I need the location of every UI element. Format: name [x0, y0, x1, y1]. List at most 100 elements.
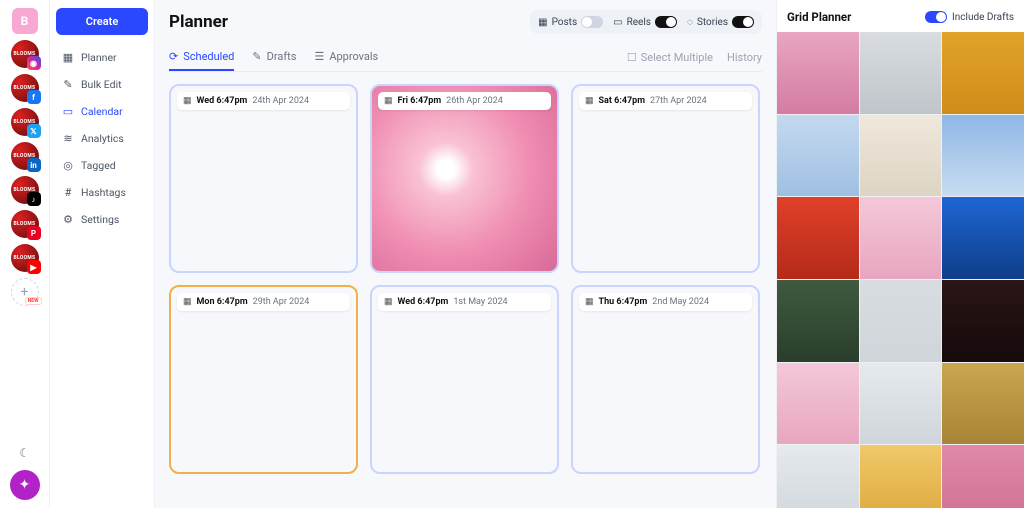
page-title: Planner — [169, 12, 228, 32]
tab-drafts-icon: ✎ — [252, 50, 261, 63]
filter-stories-toggle[interactable] — [732, 16, 754, 28]
select-multiple-label: Select Multiple — [641, 51, 713, 64]
preview-cell-6[interactable] — [777, 197, 859, 279]
nav-label: Hashtags — [81, 186, 126, 199]
filter-reels[interactable]: ▭ Reels — [611, 13, 679, 31]
filter-reels-toggle[interactable] — [655, 16, 677, 28]
post-card-3[interactable]: ▦Mon 6:47pm29th Apr 2024 — [169, 285, 358, 474]
network-icon: f — [27, 90, 41, 104]
nav-label: Planner — [81, 51, 117, 64]
nav-label: Analytics — [81, 132, 124, 145]
include-drafts-toggle[interactable]: Include Drafts — [925, 11, 1014, 23]
nav-analytics[interactable]: ≋ Analytics — [56, 126, 148, 151]
account-avatar-0[interactable]: BLOOMS◉ — [11, 40, 39, 68]
filter-label: Reels — [627, 17, 651, 28]
account-rail: B BLOOMS◉ BLOOMSf BLOOMS𝕏 BLOOMSin BLOOMS♪ BL… — [0, 0, 50, 508]
grid-icon: ▦ — [585, 96, 594, 106]
nav-bulk-edit-icon: ✎ — [62, 78, 74, 91]
preview-cell-5[interactable] — [942, 115, 1024, 197]
account-avatar-3[interactable]: BLOOMSin — [11, 142, 39, 170]
grid-icon: ▦ — [384, 297, 393, 307]
preview-cell-4[interactable] — [860, 115, 942, 197]
filter-posts-toggle[interactable] — [581, 16, 603, 28]
nav-planner[interactable]: ▦ Planner — [56, 45, 148, 70]
preview-cell-0[interactable] — [777, 32, 859, 114]
preview-cell-11[interactable] — [942, 280, 1024, 362]
account-avatar-5[interactable]: BLOOMSP — [11, 210, 39, 238]
preview-cell-9[interactable] — [777, 280, 859, 362]
post-card-0[interactable]: ▦Wed 6:47pm24th Apr 2024 — [169, 84, 358, 273]
post-card-4[interactable]: ▦Wed 6:47pm1st May 2024 — [370, 285, 559, 474]
nav-settings-icon: ⚙ — [62, 213, 74, 226]
nav-label: Tagged — [81, 159, 116, 172]
include-drafts-switch[interactable] — [925, 11, 947, 23]
post-day-time: Wed 6:47pm — [197, 96, 248, 106]
nav-tagged[interactable]: ◎Tagged — [56, 153, 148, 178]
nav-label: Bulk Edit — [81, 78, 122, 91]
preview-cell-1[interactable] — [860, 32, 942, 114]
theme-toggle[interactable]: ☾ — [14, 442, 36, 464]
preview-cell-15[interactable] — [777, 445, 859, 508]
network-icon: ♪ — [27, 192, 41, 206]
nav-label: Calendar — [81, 105, 123, 118]
post-card-1[interactable]: ▦Fri 6:47pm26th Apr 2024 — [370, 84, 559, 273]
account-avatar-1[interactable]: BLOOMSf — [11, 74, 39, 102]
post-schedule-bar: ▦Thu 6:47pm2nd May 2024 — [579, 293, 752, 311]
preview-cell-2[interactable] — [942, 32, 1024, 114]
filter-stories[interactable]: ◌ Stories — [685, 13, 756, 31]
network-icon: ▶ — [27, 260, 41, 274]
nav-hashtags-icon: # — [62, 186, 74, 199]
post-schedule-bar: ▦Mon 6:47pm29th Apr 2024 — [177, 293, 350, 311]
tab-approvals[interactable]: ☰Approvals — [314, 44, 378, 71]
add-account-button[interactable]: + NEW — [11, 278, 39, 306]
tab-drafts[interactable]: ✎ Drafts — [252, 44, 296, 71]
new-badge: NEW — [25, 297, 42, 305]
post-day-time: Sat 6:47pm — [599, 96, 646, 106]
post-date: 26th Apr 2024 — [446, 96, 503, 106]
post-date: 27th Apr 2024 — [650, 96, 707, 106]
ai-spark-button[interactable]: ✦ — [10, 470, 40, 500]
nav-hashtags[interactable]: # Hashtags — [56, 180, 148, 205]
content-type-filters: ▦Posts ▭ Reels ◌ Stories — [530, 10, 762, 34]
select-icon: ☐ — [627, 51, 637, 64]
nav-planner-icon: ▦ — [62, 51, 74, 64]
post-day-time: Fri 6:47pm — [398, 96, 442, 106]
create-button[interactable]: Create — [56, 8, 148, 35]
preview-cell-10[interactable] — [860, 280, 942, 362]
filter-posts[interactable]: ▦Posts — [536, 13, 605, 31]
post-card-2[interactable]: ▦ Sat 6:47pm 27th Apr 2024 — [571, 84, 760, 273]
preview-cell-12[interactable] — [777, 363, 859, 445]
tab-scheduled[interactable]: ⟳Scheduled — [169, 44, 234, 71]
include-drafts-label: Include Drafts — [952, 12, 1014, 23]
post-day-time: Thu 6:47pm — [599, 297, 648, 307]
filter-label: Posts — [552, 17, 578, 28]
post-date: 24th Apr 2024 — [252, 96, 309, 106]
nav-analytics-icon: ≋ — [62, 132, 74, 145]
nav-calendar[interactable]: ▭Calendar — [56, 99, 148, 124]
filter-label: Stories — [697, 17, 728, 28]
network-icon: ◉ — [27, 56, 41, 70]
filter-reels-icon: ▭ — [613, 17, 622, 28]
tab-scheduled-icon: ⟳ — [169, 50, 178, 63]
select-multiple-link[interactable]: ☐ Select Multiple — [627, 51, 713, 64]
nav-bulk-edit[interactable]: ✎ Bulk Edit — [56, 72, 148, 97]
preview-cell-13[interactable] — [860, 363, 942, 445]
account-avatar-6[interactable]: BLOOMS▶ — [11, 244, 39, 272]
post-day-time: Wed 6:47pm — [398, 297, 449, 307]
filter-stories-icon: ◌ — [687, 17, 693, 28]
post-schedule-bar: ▦Wed 6:47pm1st May 2024 — [378, 293, 551, 311]
nav-settings[interactable]: ⚙Settings — [56, 207, 148, 232]
post-card-5[interactable]: ▦Thu 6:47pm2nd May 2024 — [571, 285, 760, 474]
preview-cell-3[interactable] — [777, 115, 859, 197]
preview-cell-7[interactable] — [860, 197, 942, 279]
preview-cell-17[interactable] — [942, 445, 1024, 508]
account-avatar-2[interactable]: BLOOMS𝕏 — [11, 108, 39, 136]
preview-cell-14[interactable] — [942, 363, 1024, 445]
account-avatar-4[interactable]: BLOOMS♪ — [11, 176, 39, 204]
preview-cell-16[interactable] — [860, 445, 942, 508]
history-link[interactable]: History — [727, 51, 762, 64]
preview-cell-8[interactable] — [942, 197, 1024, 279]
tab-label: Drafts — [267, 50, 297, 63]
brand-badge[interactable]: B — [12, 8, 38, 34]
main-panel: Planner ▦Posts▭Reels◌Stories ⟳Scheduled✎… — [155, 0, 776, 508]
